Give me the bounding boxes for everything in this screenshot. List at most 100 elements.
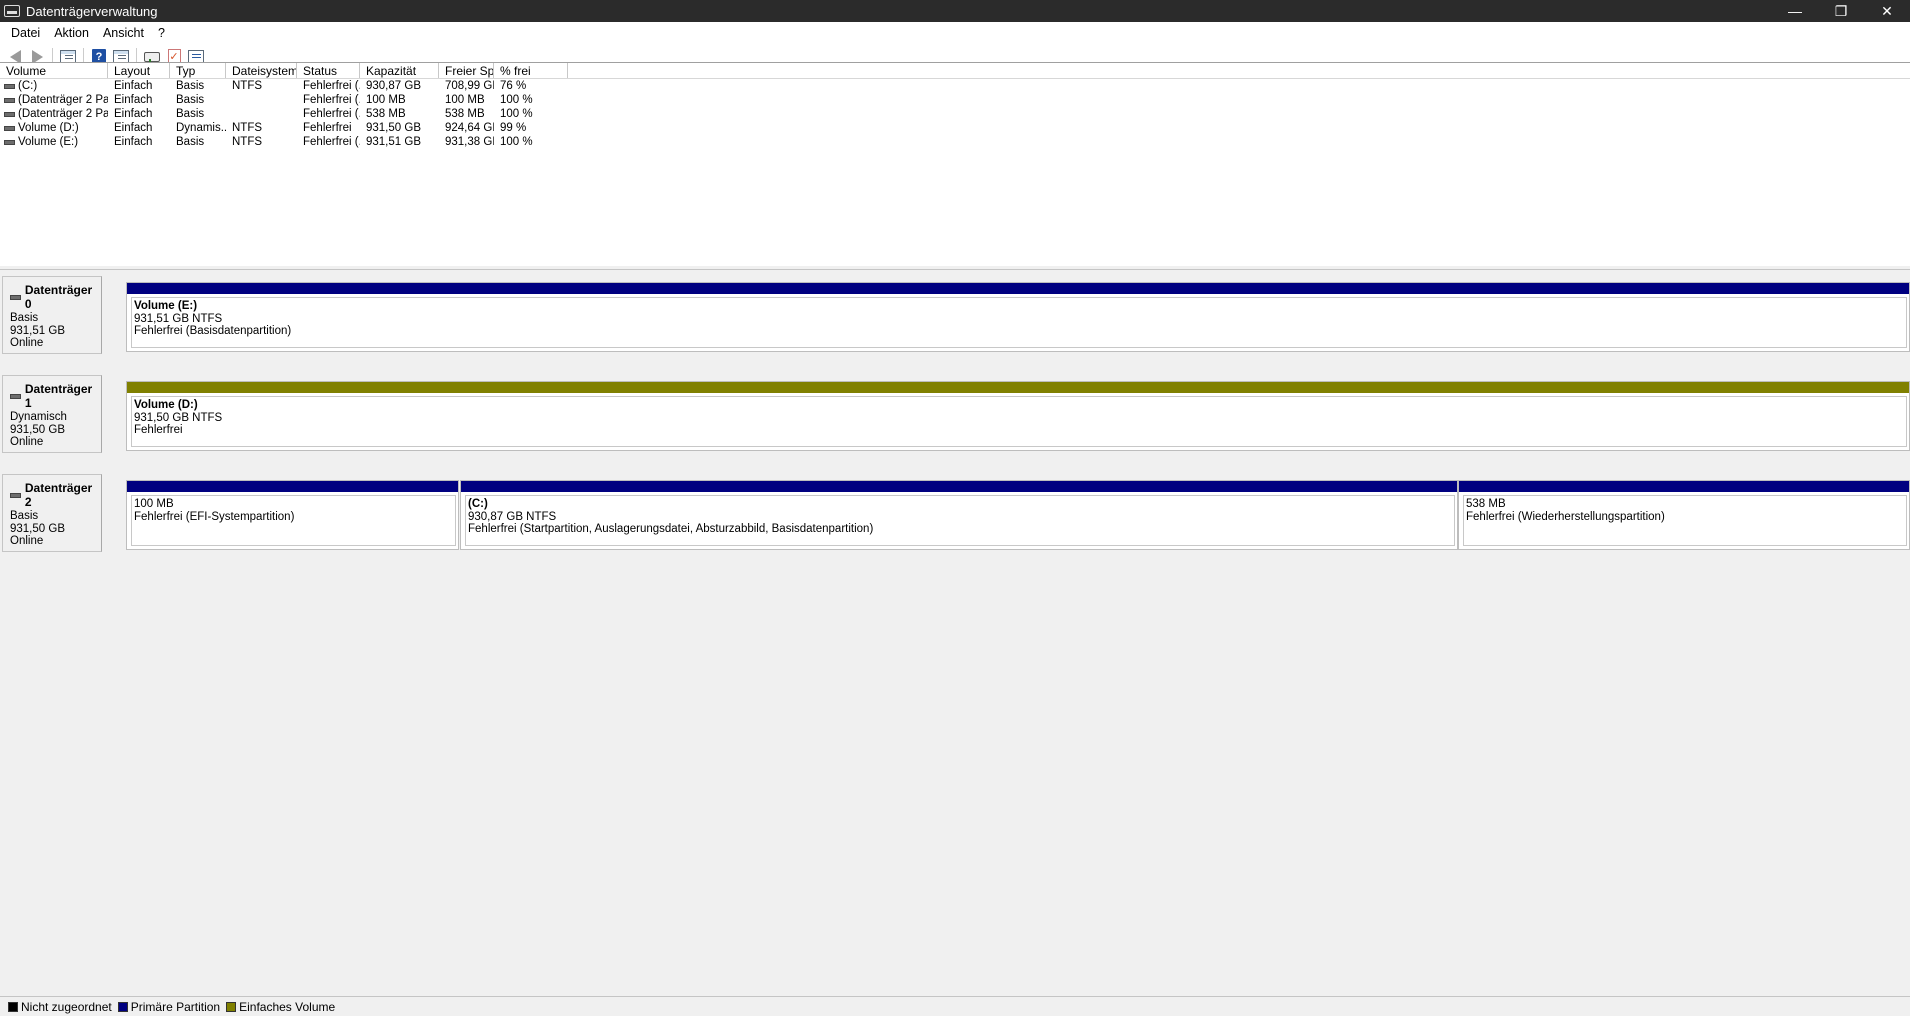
title-bar: Datenträgerverwaltung — ❐ ✕ <box>0 0 1910 22</box>
partition-status: Fehlerfrei <box>134 424 183 436</box>
disk-icon <box>10 393 21 399</box>
layout-cell: Einfach <box>114 80 153 92</box>
dateisystem-cell: NTFS <box>232 80 263 92</box>
freier-speicher-cell: 924,64 GB <box>445 122 494 134</box>
disk-state: Online <box>10 436 44 448</box>
status-cell: Fehlerfrei (... <box>303 136 360 148</box>
prozent-frei-cell: 99 % <box>500 122 527 134</box>
volume-name: Volume (E:) <box>18 136 79 148</box>
typ-cell: Dynamis... <box>176 122 226 134</box>
disk-name: Datenträger 2 <box>24 481 93 509</box>
legend-label: Primäre Partition <box>130 999 221 1014</box>
legend-swatch <box>8 1001 18 1012</box>
partition-color-bar <box>127 481 458 492</box>
typ-cell: Basis <box>176 94 205 106</box>
column-typ[interactable]: Typ <box>170 63 226 78</box>
disk-icon <box>10 492 21 498</box>
volume-icon <box>4 97 15 103</box>
kapazitaet-cell: 538 MB <box>366 108 406 120</box>
disk-label[interactable]: Datenträger 0 Basis 931,51 GB Online <box>2 276 102 354</box>
table-row[interactable]: (C:) Einfach Basis NTFS Fehlerfrei (... … <box>0 79 1910 93</box>
status-cell: Fehlerfrei (... <box>303 94 360 106</box>
disk-label[interactable]: Datenträger 1 Dynamisch 931,50 GB Online <box>2 375 102 453</box>
disk-size: 931,50 GB <box>10 423 65 436</box>
disk-icon <box>10 294 21 300</box>
menu-help[interactable]: ? <box>151 26 172 40</box>
legend-primary: Primäre Partition <box>117 999 221 1014</box>
disk-name: Datenträger 1 <box>24 382 93 410</box>
disk-row-1: Datenträger 1 Dynamisch 931,50 GB Online… <box>0 375 1910 453</box>
partition-c[interactable]: (C:) 930,87 GB NTFS Fehlerfrei (Startpar… <box>460 480 1458 550</box>
partition-name: Volume (E:) <box>134 300 198 312</box>
column-volume[interactable]: Volume <box>0 63 108 78</box>
table-row[interactable]: (Datenträger 2 Par... Einfach Basis Fehl… <box>0 107 1910 121</box>
volume-list[interactable]: Volume Layout Typ Dateisystem Status Kap… <box>0 62 1910 266</box>
volume-name: (Datenträger 2 Par... <box>18 108 108 120</box>
partition-status: Fehlerfrei (Startpartition, Auslagerungs… <box>468 523 874 535</box>
table-row[interactable]: Volume (D:) Einfach Dynamis... NTFS Fehl… <box>0 121 1910 135</box>
table-row[interactable]: (Datenträger 2 Par... Einfach Basis Fehl… <box>0 93 1910 107</box>
partition-name: Volume (D:) <box>134 399 198 411</box>
volume-cell: (C:) <box>0 79 108 93</box>
status-cell: Fehlerfrei <box>303 122 352 134</box>
partition-size: 931,51 GB NTFS <box>134 312 223 325</box>
partition-body: Volume (E:) 931,51 GB NTFS Fehlerfrei (B… <box>131 297 1907 348</box>
partition-size: 538 MB <box>1466 498 1506 510</box>
partition-body: 100 MB Fehlerfrei (EFI-Systempartition) <box>131 495 456 546</box>
partition-body: 538 MB Fehlerfrei (Wiederherstellungspar… <box>1463 495 1907 546</box>
freier-speicher-cell: 708,99 GB <box>445 80 494 92</box>
kapazitaet-cell: 931,51 GB <box>366 136 421 148</box>
legend-simple-volume: Einfaches Volume <box>226 1000 335 1014</box>
minimize-button[interactable]: — <box>1772 0 1818 22</box>
disk-label[interactable]: Datenträger 2 Basis 931,50 GB Online <box>2 474 102 552</box>
partition-color-bar <box>127 283 1909 294</box>
layout-cell: Einfach <box>114 122 153 134</box>
disk-row-2: Datenträger 2 Basis 931,50 GB Online 100… <box>0 474 1910 552</box>
partition-size: 930,87 GB NTFS <box>468 510 557 523</box>
restore-button[interactable]: ❐ <box>1818 0 1864 22</box>
column-dateisystem[interactable]: Dateisystem <box>226 63 297 78</box>
partition-recovery[interactable]: 538 MB Fehlerfrei (Wiederherstellungspar… <box>1458 480 1910 550</box>
volume-cell: (Datenträger 2 Par... <box>0 93 108 107</box>
prozent-frei-cell: 100 % <box>500 136 533 148</box>
disk-graphic-view: Datenträger 0 Basis 931,51 GB Online Vol… <box>0 270 1910 816</box>
close-button[interactable]: ✕ <box>1864 0 1910 22</box>
menu-ansicht[interactable]: Ansicht <box>96 26 151 40</box>
column-status[interactable]: Status <box>297 63 360 78</box>
disk-size: 931,51 GB <box>10 324 65 337</box>
disk-name: Datenträger 0 <box>24 283 93 311</box>
status-cell: Fehlerfrei (... <box>303 108 360 120</box>
table-row[interactable]: Volume (E:) Einfach Basis NTFS Fehlerfre… <box>0 135 1910 149</box>
dateisystem-cell: NTFS <box>232 136 263 148</box>
partition-body: (C:) 930,87 GB NTFS Fehlerfrei (Startpar… <box>465 495 1455 546</box>
typ-cell: Basis <box>176 80 205 92</box>
menu-datei[interactable]: Datei <box>4 26 47 40</box>
volume-icon <box>4 125 15 131</box>
menu-aktion[interactable]: Aktion <box>47 26 96 40</box>
column-kapazitaet[interactable]: Kapazität <box>360 63 439 78</box>
partition[interactable]: Volume (E:) 931,51 GB NTFS Fehlerfrei (B… <box>126 282 1910 352</box>
partition-efi[interactable]: 100 MB Fehlerfrei (EFI-Systempartition) <box>126 480 459 550</box>
volume-cell: Volume (E:) <box>0 135 108 149</box>
partition-size: 100 MB <box>134 498 174 510</box>
partition[interactable]: Volume (D:) 931,50 GB NTFS Fehlerfrei <box>126 381 1910 451</box>
window-title: Datenträgerverwaltung <box>26 3 158 19</box>
partition-body: Volume (D:) 931,50 GB NTFS Fehlerfrei <box>131 396 1907 447</box>
connect-icon <box>144 51 160 66</box>
column-freier-speicher[interactable]: Freier Sp... <box>439 63 494 78</box>
column-layout[interactable]: Layout <box>108 63 170 78</box>
volume-cell: (Datenträger 2 Par... <box>0 107 108 121</box>
typ-cell: Basis <box>176 108 205 120</box>
prozent-frei-cell: 100 % <box>500 108 533 120</box>
disk-management-icon <box>4 5 20 17</box>
volume-icon <box>4 139 15 145</box>
layout-cell: Einfach <box>114 136 153 148</box>
volume-icon <box>4 111 15 117</box>
partition-size: 931,50 GB NTFS <box>134 411 223 424</box>
partition-color-bar <box>1459 481 1909 492</box>
prozent-frei-cell: 100 % <box>500 94 533 106</box>
disk-size: 931,50 GB <box>10 522 65 535</box>
typ-cell: Basis <box>176 136 205 148</box>
column-prozent-frei[interactable]: % frei <box>494 63 568 78</box>
status-cell: Fehlerfrei (... <box>303 80 360 92</box>
